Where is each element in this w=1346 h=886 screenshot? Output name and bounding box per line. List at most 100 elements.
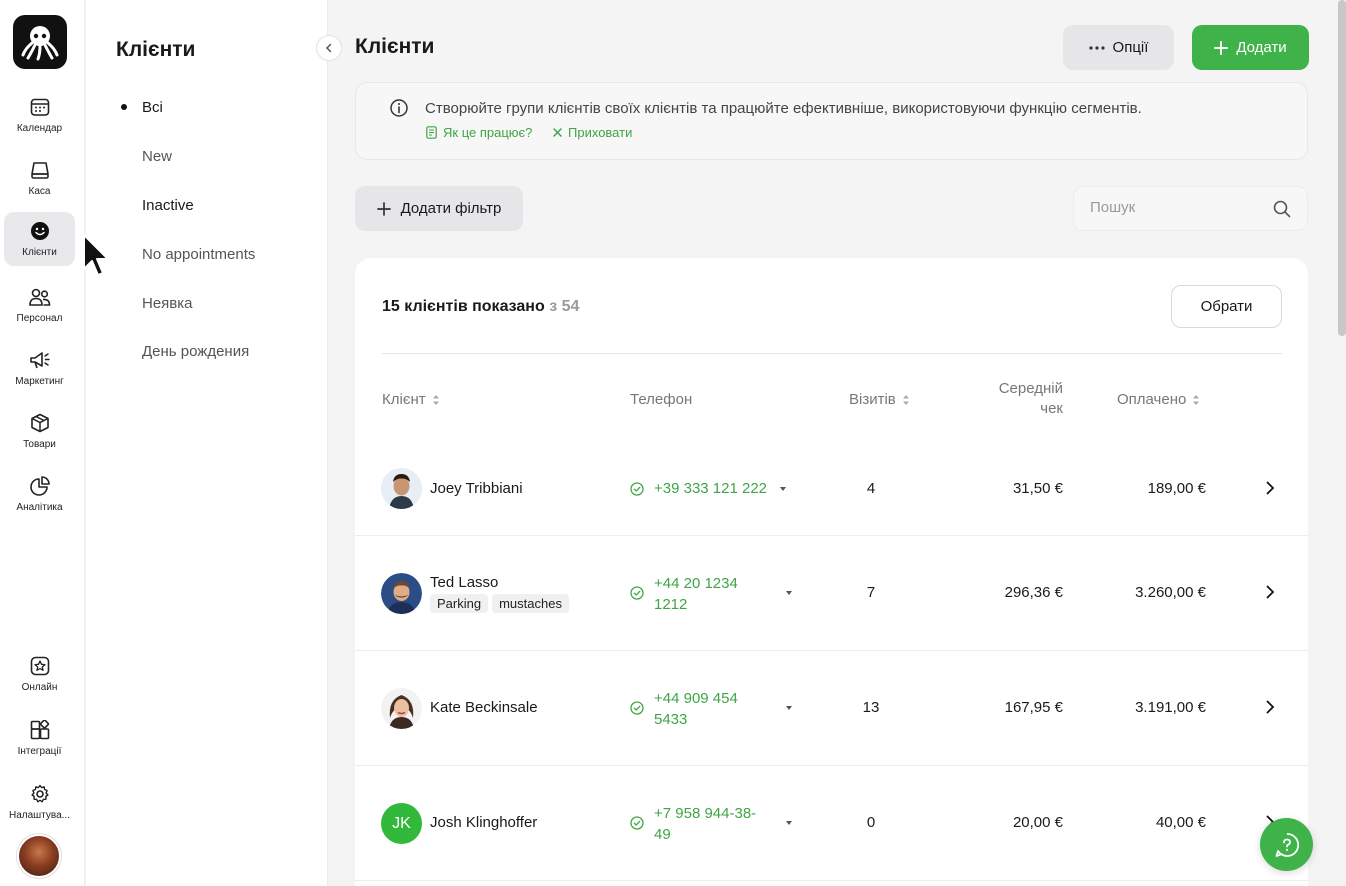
rail-item-marketing[interactable]: Маркетинг xyxy=(4,341,75,395)
collapse-panel-button[interactable] xyxy=(316,35,342,61)
star-card-icon xyxy=(29,655,51,677)
phone-line: +44 909 454 xyxy=(654,690,738,707)
options-label: Опції xyxy=(1112,39,1149,56)
options-button[interactable]: Опції xyxy=(1063,25,1174,70)
column-label: Середній xyxy=(998,380,1063,397)
how-it-works-link[interactable]: Як це працює? xyxy=(426,125,532,140)
verified-check-icon xyxy=(630,586,644,605)
client-phone[interactable]: +39 333 121 222 xyxy=(654,478,767,499)
verified-check-icon xyxy=(630,701,644,720)
rail-item-label: Аналітика xyxy=(16,502,63,513)
rail-item-settings[interactable]: Налаштува... xyxy=(4,775,75,829)
rail-item-products[interactable]: Товари xyxy=(4,404,75,458)
rail-item-label: Каса xyxy=(28,186,51,197)
table-row[interactable]: Ted Lasso Parking mustaches +44 20 1234 1… xyxy=(355,536,1308,651)
column-header-paid[interactable]: Оплачено xyxy=(1117,391,1200,408)
table-row[interactable]: JK Josh Klinghoffer +7 958 944-38- 49 0 … xyxy=(355,766,1308,881)
segment-inactive[interactable]: Inactive xyxy=(142,197,194,214)
column-header-visits[interactable]: Візитів xyxy=(849,391,910,408)
page-scrollbar[interactable] xyxy=(1338,0,1346,336)
column-header-client[interactable]: Клієнт xyxy=(382,391,440,408)
octopus-logo-icon[interactable] xyxy=(13,15,67,69)
hide-banner-link[interactable]: Приховати xyxy=(553,125,632,140)
table-row[interactable]: Joey Tribbiani +39 333 121 222 4 31,50 €… xyxy=(355,421,1308,536)
client-avatar xyxy=(381,688,422,729)
column-label: Оплачено xyxy=(1117,391,1187,408)
client-phone[interactable]: +44 909 454 5433 xyxy=(654,688,738,730)
search-input[interactable] xyxy=(1090,199,1270,216)
segment-new[interactable]: New xyxy=(142,148,172,165)
total-count: з 54 xyxy=(549,298,580,315)
chevron-right-icon[interactable] xyxy=(1265,585,1275,604)
table-row[interactable]: Kate Beckinsale +44 909 454 5433 13 167,… xyxy=(355,651,1308,766)
rail-item-analytics[interactable]: Аналітика xyxy=(4,467,75,521)
close-icon xyxy=(553,128,562,137)
shown-count: 15 клієнтів показано xyxy=(382,298,545,315)
segment-all[interactable]: Всі xyxy=(142,99,163,116)
client-visits: 4 xyxy=(866,480,876,497)
client-visits: 0 xyxy=(866,814,876,831)
rail-item-label: Персонал xyxy=(16,313,63,324)
smiley-icon xyxy=(29,220,51,242)
chevron-left-icon xyxy=(325,43,332,53)
staff-icon xyxy=(28,286,51,308)
rail-item-clients[interactable]: Клієнти xyxy=(4,212,75,266)
rail-item-calendar[interactable]: Календар xyxy=(4,88,75,142)
phone-dropdown-caret-icon[interactable] xyxy=(786,821,792,825)
phone-line: +39 333 121 222 xyxy=(654,480,768,497)
client-phone[interactable]: +7 958 944-38- 49 xyxy=(654,803,756,845)
client-name: Ted Lasso xyxy=(430,574,499,591)
segment-no-appointments[interactable]: No appointments xyxy=(142,246,255,263)
client-phone[interactable]: +44 20 1234 1212 xyxy=(654,573,738,615)
segments-title: Клієнти xyxy=(116,38,196,61)
segment-birthday[interactable]: День рождения xyxy=(142,343,249,360)
rail-item-online[interactable]: Онлайн xyxy=(4,647,75,701)
rail-item-cash[interactable]: Каса xyxy=(4,151,75,205)
integrations-icon xyxy=(29,719,51,741)
plus-icon xyxy=(376,201,391,216)
client-avg-check: 20,00 € xyxy=(1012,814,1063,831)
client-avatar xyxy=(381,573,422,614)
search-icon[interactable] xyxy=(1273,200,1291,223)
select-button[interactable]: Обрати xyxy=(1171,285,1282,328)
add-filter-button[interactable]: Додати фільтр xyxy=(355,186,523,231)
main-nav-rail: Календар Каса Клієнти Персонал Маркетинг… xyxy=(0,0,85,886)
add-client-button[interactable]: Додати xyxy=(1192,25,1309,70)
rail-item-label: Календар xyxy=(16,123,63,134)
phone-line: +7 958 944-38- xyxy=(654,805,757,822)
client-avatar xyxy=(381,468,422,509)
client-avg-check: 167,95 € xyxy=(1004,699,1063,716)
column-label: чек xyxy=(1040,400,1063,417)
client-visits: 13 xyxy=(862,699,880,716)
rail-item-integrations[interactable]: Інтеграції xyxy=(4,711,75,765)
user-avatar[interactable] xyxy=(17,834,61,878)
segment-no-show[interactable]: Неявка xyxy=(142,295,193,312)
rail-item-label: Маркетинг xyxy=(15,376,64,387)
box-icon xyxy=(29,412,51,434)
client-visits: 7 xyxy=(866,584,876,601)
client-avg-check: 296,36 € xyxy=(1004,584,1063,601)
page-title: Клієнти xyxy=(355,35,435,58)
phone-dropdown-caret-icon[interactable] xyxy=(786,591,792,595)
client-initials: JK xyxy=(392,814,411,832)
help-button[interactable] xyxy=(1260,818,1313,871)
plus-icon xyxy=(1214,40,1229,55)
client-avg-check: 31,50 € xyxy=(1012,480,1063,497)
mouse-cursor-icon xyxy=(83,234,109,276)
client-name: Joey Tribbiani xyxy=(430,480,523,497)
more-dots-icon xyxy=(1088,45,1105,50)
phone-line: 1212 xyxy=(654,596,688,613)
segments-panel: Клієнти Всі New Inactive No appointments… xyxy=(86,0,328,886)
rail-item-label: Клієнти xyxy=(22,247,57,258)
rail-item-label: Товари xyxy=(23,439,56,450)
rail-item-label: Онлайн xyxy=(21,682,58,693)
active-segment-dot xyxy=(121,104,127,110)
phone-dropdown-caret-icon[interactable] xyxy=(780,487,786,491)
hide-label: Приховати xyxy=(568,125,633,140)
divider xyxy=(382,353,1282,354)
phone-line: 5433 xyxy=(654,711,688,728)
phone-dropdown-caret-icon[interactable] xyxy=(786,706,792,710)
chevron-right-icon[interactable] xyxy=(1265,481,1275,500)
chevron-right-icon[interactable] xyxy=(1265,700,1275,719)
rail-item-staff[interactable]: Персонал xyxy=(4,278,75,332)
